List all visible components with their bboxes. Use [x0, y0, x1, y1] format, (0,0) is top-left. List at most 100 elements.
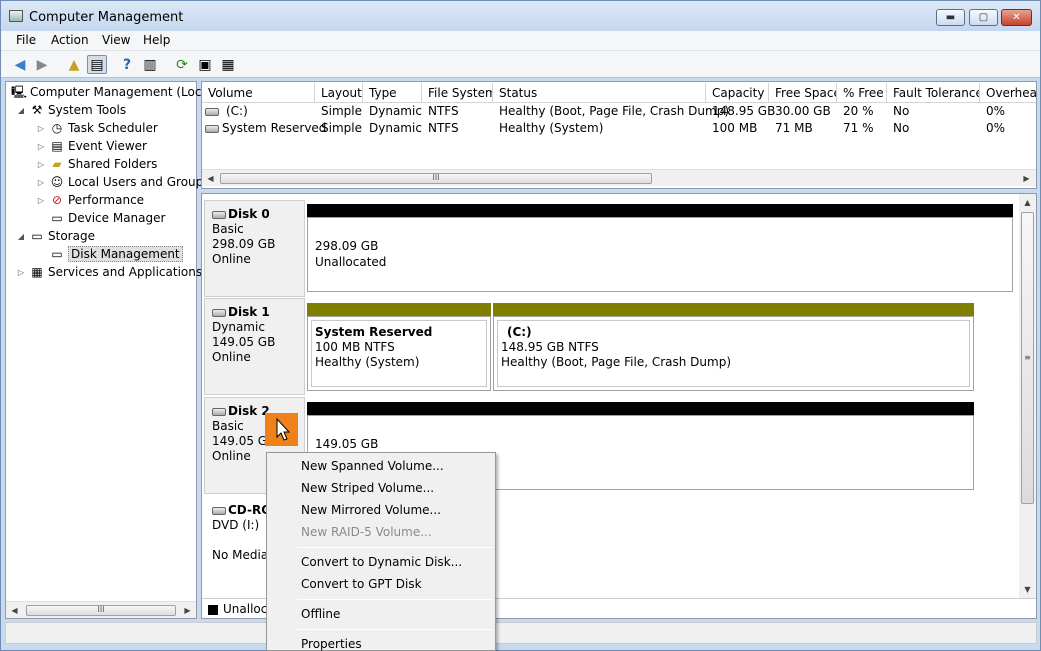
scroll-right-icon[interactable]: ▶	[1018, 170, 1035, 187]
maximize-button[interactable]: ▢	[969, 9, 998, 26]
close-button[interactable]: ✕	[1001, 9, 1032, 26]
menu-file[interactable]: File	[16, 33, 36, 47]
partition-size: 149.05 GB	[315, 437, 379, 451]
computer-management-icon	[9, 10, 23, 22]
col-free-space[interactable]: Free Space	[769, 83, 837, 103]
menu-help[interactable]: Help	[143, 33, 170, 47]
expand-icon[interactable]: ▷	[36, 178, 46, 187]
tree-disk-management[interactable]: ▭ Disk Management	[46, 245, 183, 263]
cursor-highlight	[265, 413, 298, 446]
menu-offline[interactable]: Offline	[301, 607, 340, 621]
menu-convert-dynamic-disk[interactable]: Convert to Dynamic Disk...	[301, 555, 462, 569]
expand-icon[interactable]: ▷	[16, 268, 26, 277]
refresh-icon[interactable]: ⟳	[172, 55, 192, 74]
disk-view-vertical-scrollbar[interactable]: ▲ ≡ ▼	[1019, 194, 1036, 598]
cell-file-system: NTFS	[428, 121, 459, 135]
tree-storage[interactable]: ◢ ▭ Storage	[16, 227, 95, 245]
up-folder-icon[interactable]: ▲	[64, 55, 84, 74]
tree-system-tools[interactable]: ◢ ⚒ System Tools	[16, 101, 126, 119]
disk-1-header[interactable]: Disk 1 Dynamic 149.05 GB Online	[204, 298, 305, 395]
tree-horizontal-scrollbar[interactable]: ◀ III ▶	[6, 601, 196, 618]
shared-folder-icon: ▰	[52, 157, 62, 171]
unallocated-bar	[307, 204, 1013, 217]
cell-capacity: 148.95 GB	[712, 104, 776, 118]
scroll-right-icon[interactable]: ▶	[179, 602, 196, 619]
back-arrow-icon[interactable]: ◀	[10, 55, 30, 74]
computer-icon: 🖳	[11, 85, 28, 99]
scroll-left-icon[interactable]: ◀	[202, 170, 219, 187]
disk-name: Disk 0	[228, 207, 270, 221]
tree-computer-management[interactable]: 🖳 Computer Management (Local	[8, 83, 212, 101]
console-tree: 🖳 Computer Management (Local ◢ ⚒ System …	[5, 81, 212, 619]
menu-bar: File Action View Help	[1, 31, 1040, 51]
menu-new-spanned-volume[interactable]: New Spanned Volume...	[301, 459, 444, 473]
tree-task-scheduler[interactable]: ▷ ◷ Task Scheduler	[36, 119, 158, 137]
cell-status: Healthy (Boot, Page File, Crash Dump)	[499, 104, 729, 118]
disk-0-unallocated-region[interactable]: 298.09 GB Unallocated	[307, 217, 1013, 292]
menu-separator	[297, 629, 493, 630]
tree-local-users[interactable]: ▷ ☺ Local Users and Groups	[36, 173, 210, 191]
expand-icon[interactable]: ▷	[36, 160, 46, 169]
collapse-icon[interactable]: ◢	[16, 232, 26, 241]
partition-name: System Reserved	[315, 325, 433, 339]
col-fault-tolerance[interactable]: Fault Tolerance	[887, 83, 980, 103]
system-reserved-partition[interactable]: System Reserved 100 MB NTFS Healthy (Sys…	[307, 316, 491, 391]
menu-properties[interactable]: Properties	[301, 637, 362, 651]
help-icon[interactable]: ?	[117, 55, 137, 74]
tree-device-manager[interactable]: ▭ Device Manager	[46, 209, 165, 227]
minimize-button[interactable]: ▬	[936, 9, 965, 26]
tree-event-viewer[interactable]: ▷ ▤ Event Viewer	[36, 137, 147, 155]
disk-state: Online	[212, 252, 251, 266]
clock-icon: ◷	[51, 121, 63, 135]
tree-shared-folders[interactable]: ▷ ▰ Shared Folders	[36, 155, 157, 173]
menu-new-mirrored-volume[interactable]: New Mirrored Volume...	[301, 503, 441, 517]
volume-list-horizontal-scrollbar[interactable]: ◀ III ▶	[202, 169, 1036, 186]
forward-arrow-icon[interactable]: ▶	[32, 55, 52, 74]
col-status[interactable]: Status	[493, 83, 706, 103]
col-volume[interactable]: Volume	[202, 83, 315, 103]
col-layout[interactable]: Layout	[315, 83, 363, 103]
cell-percent-free: 71 %	[843, 121, 874, 135]
col-file-system[interactable]: File System	[422, 83, 493, 103]
settings-icon[interactable]: ▦	[218, 55, 238, 74]
partition-status: Healthy (System)	[315, 355, 420, 369]
col-capacity[interactable]: Capacity	[706, 83, 769, 103]
col-overhead[interactable]: Overhead	[980, 83, 1036, 103]
cell-volume: (C:)	[226, 104, 248, 118]
scroll-thumb[interactable]: III	[26, 605, 176, 616]
disk-size: 298.09 GB	[212, 237, 276, 251]
title-bar[interactable]: Computer Management ▬ ▢ ✕	[1, 1, 1040, 31]
partition-size: 148.95 GB NTFS	[501, 340, 599, 354]
cell-overhead: 0%	[986, 121, 1006, 135]
cell-fault-tolerance: No	[893, 104, 910, 118]
menu-convert-gpt-disk[interactable]: Convert to GPT Disk	[301, 577, 422, 591]
show-hide-console-tree-icon[interactable]: ▤	[87, 55, 107, 74]
mouse-pointer-icon	[276, 417, 291, 441]
col-type[interactable]: Type	[363, 83, 422, 103]
disk-0-header[interactable]: Disk 0 Basic 298.09 GB Online	[204, 200, 305, 297]
tree-performance[interactable]: ▷ ⊘ Performance	[36, 191, 144, 209]
scroll-thumb[interactable]: ≡	[1021, 212, 1034, 504]
scroll-up-icon[interactable]: ▲	[1019, 194, 1036, 211]
volume-list: Volume Layout Type File System Status Ca…	[201, 81, 1037, 189]
expand-icon[interactable]: ▷	[36, 124, 46, 133]
menu-action[interactable]: Action	[51, 33, 89, 47]
disk-context-menu: New Spanned Volume... New Striped Volume…	[266, 452, 496, 651]
menu-new-raid5-volume: New RAID-5 Volume...	[301, 525, 432, 539]
scroll-left-icon[interactable]: ◀	[6, 602, 23, 619]
expand-icon[interactable]: ▷	[36, 142, 46, 151]
tree-services-applications[interactable]: ▷ ▦ Services and Applications	[16, 263, 202, 281]
scroll-thumb[interactable]: III	[220, 173, 652, 184]
collapse-icon[interactable]: ◢	[16, 106, 26, 115]
menu-view[interactable]: View	[102, 33, 130, 47]
expand-icon[interactable]: ▷	[36, 196, 46, 205]
unallocated-swatch	[208, 605, 218, 615]
action-pane-icon[interactable]: ▥	[140, 55, 160, 74]
c-drive-partition[interactable]: (C:) 148.95 GB NTFS Healthy (Boot, Page …	[493, 316, 974, 391]
properties-icon[interactable]: ▣	[195, 55, 215, 74]
col-percent-free[interactable]: % Free	[837, 83, 887, 103]
scroll-down-icon[interactable]: ▼	[1019, 581, 1036, 598]
disk-management-icon: ▭	[51, 247, 63, 261]
tools-icon: ⚒	[31, 103, 43, 117]
menu-new-striped-volume[interactable]: New Striped Volume...	[301, 481, 434, 495]
